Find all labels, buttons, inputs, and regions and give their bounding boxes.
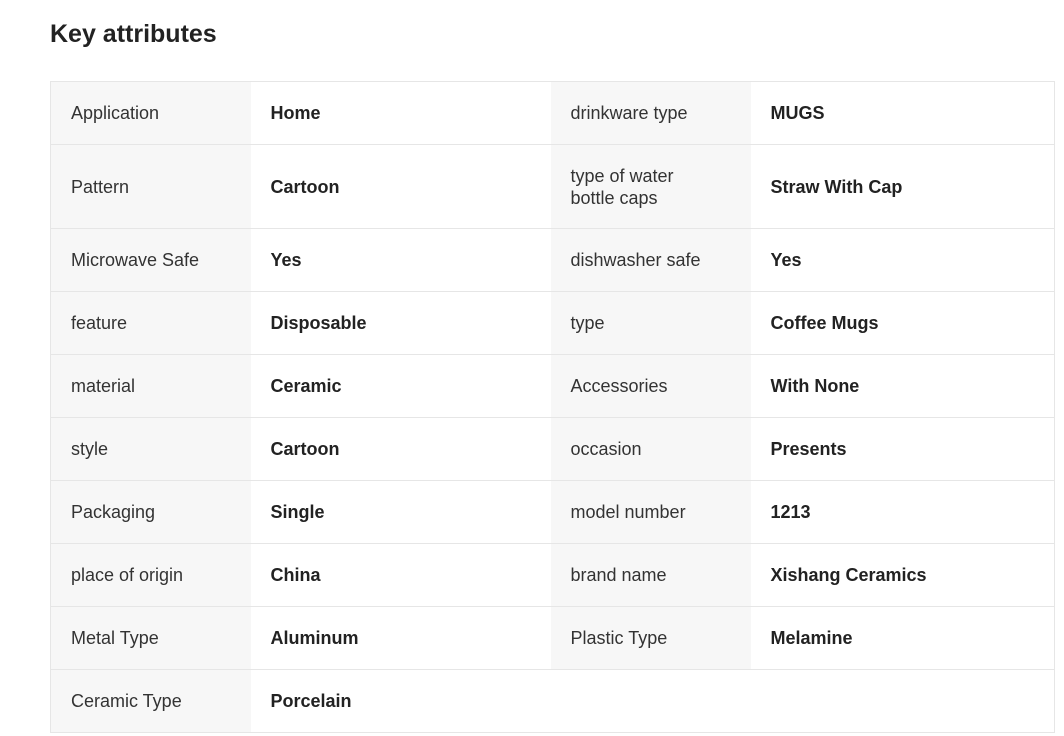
attribute-value: With None: [750, 354, 1055, 418]
attribute-label: Ceramic Type: [50, 669, 251, 733]
attribute-label: Packaging: [50, 480, 251, 544]
table-row: Packaging Single model number 1213: [50, 480, 1055, 544]
attribute-value: Melamine: [750, 606, 1055, 670]
attribute-label: Plastic Type: [550, 606, 751, 670]
attribute-label: type of water bottle caps: [550, 144, 751, 229]
empty-cell: [750, 669, 1055, 733]
attribute-label: dishwasher safe: [550, 228, 751, 292]
attribute-value: Porcelain: [250, 669, 551, 733]
attribute-label: Microwave Safe: [50, 228, 251, 292]
attribute-value: Ceramic: [250, 354, 551, 418]
attribute-label: brand name: [550, 543, 751, 607]
table-row: feature Disposable type Coffee Mugs: [50, 291, 1055, 355]
table-row: Microwave Safe Yes dishwasher safe Yes: [50, 228, 1055, 292]
attributes-table: Application Home drinkware type MUGS Pat…: [50, 81, 1055, 733]
attribute-value: Presents: [750, 417, 1055, 481]
attribute-label: place of origin: [50, 543, 251, 607]
key-attributes-page: Key attributes Application Home drinkwar…: [0, 0, 1064, 736]
attribute-value: MUGS: [750, 81, 1055, 145]
attribute-label: Metal Type: [50, 606, 251, 670]
table-row: place of origin China brand name Xishang…: [50, 543, 1055, 607]
attribute-value: Xishang Ceramics: [750, 543, 1055, 607]
attribute-label: style: [50, 417, 251, 481]
attribute-value: Aluminum: [250, 606, 551, 670]
attribute-value: Yes: [750, 228, 1055, 292]
attribute-value: 1213: [750, 480, 1055, 544]
table-row: Pattern Cartoon type of water bottle cap…: [50, 144, 1055, 229]
table-row: material Ceramic Accessories With None: [50, 354, 1055, 418]
attribute-label: Accessories: [550, 354, 751, 418]
attribute-value: Home: [250, 81, 551, 145]
table-row: Ceramic Type Porcelain: [50, 669, 1055, 733]
table-row: Metal Type Aluminum Plastic Type Melamin…: [50, 606, 1055, 670]
attribute-value: Single: [250, 480, 551, 544]
attribute-value: Coffee Mugs: [750, 291, 1055, 355]
attribute-value: Disposable: [250, 291, 551, 355]
table-row: Application Home drinkware type MUGS: [50, 81, 1055, 145]
attribute-label: model number: [550, 480, 751, 544]
attribute-label: drinkware type: [550, 81, 751, 145]
attribute-value: China: [250, 543, 551, 607]
empty-cell: [550, 669, 751, 733]
attribute-label: feature: [50, 291, 251, 355]
attribute-label: Pattern: [50, 144, 251, 229]
table-row: style Cartoon occasion Presents: [50, 417, 1055, 481]
attribute-label: material: [50, 354, 251, 418]
attribute-value: Cartoon: [250, 417, 551, 481]
attribute-value: Cartoon: [250, 144, 551, 229]
attribute-label: type: [550, 291, 751, 355]
attribute-value: Straw With Cap: [750, 144, 1055, 229]
attribute-value: Yes: [250, 228, 551, 292]
attribute-label: Application: [50, 81, 251, 145]
section-title: Key attributes: [50, 20, 217, 48]
attribute-label: occasion: [550, 417, 751, 481]
